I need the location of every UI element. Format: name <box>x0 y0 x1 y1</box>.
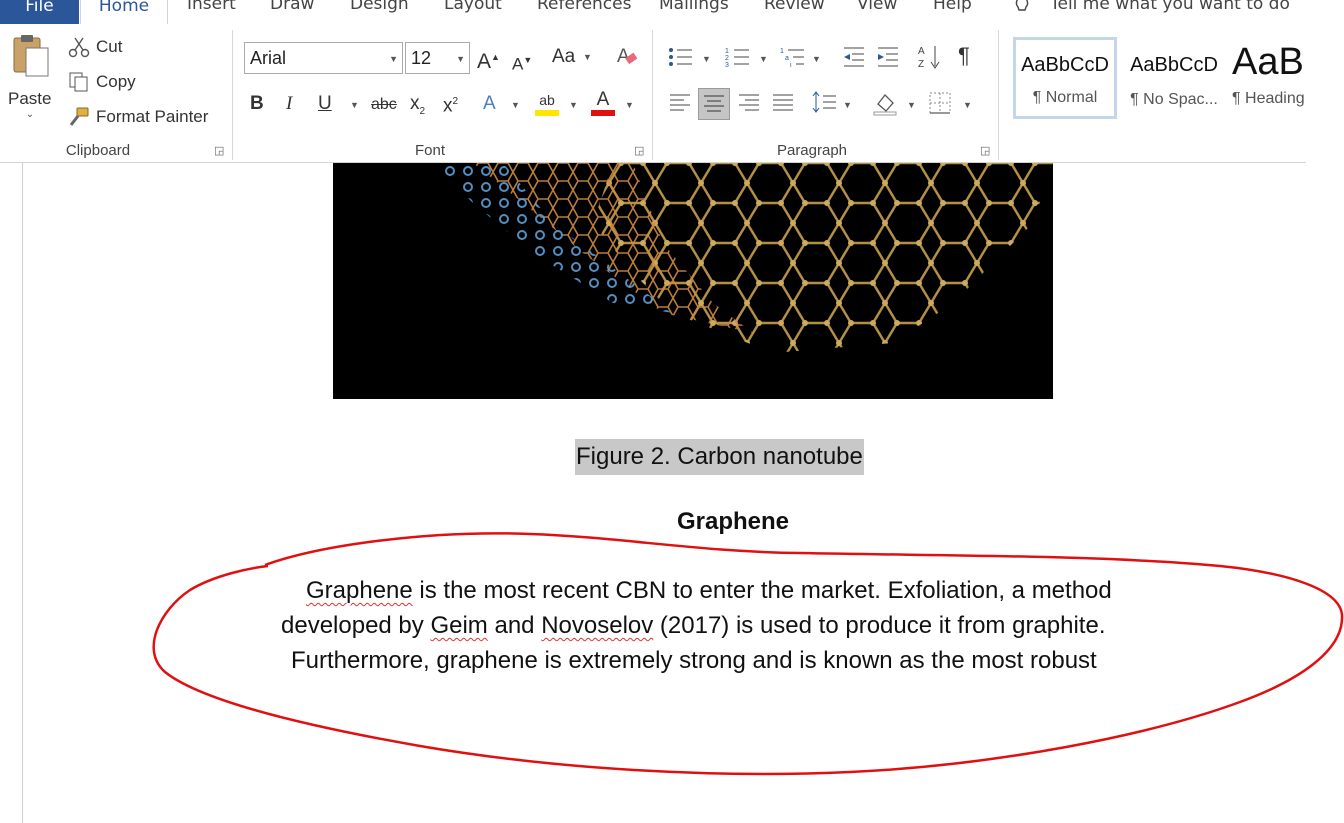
red-annotation-loop <box>152 532 1344 776</box>
